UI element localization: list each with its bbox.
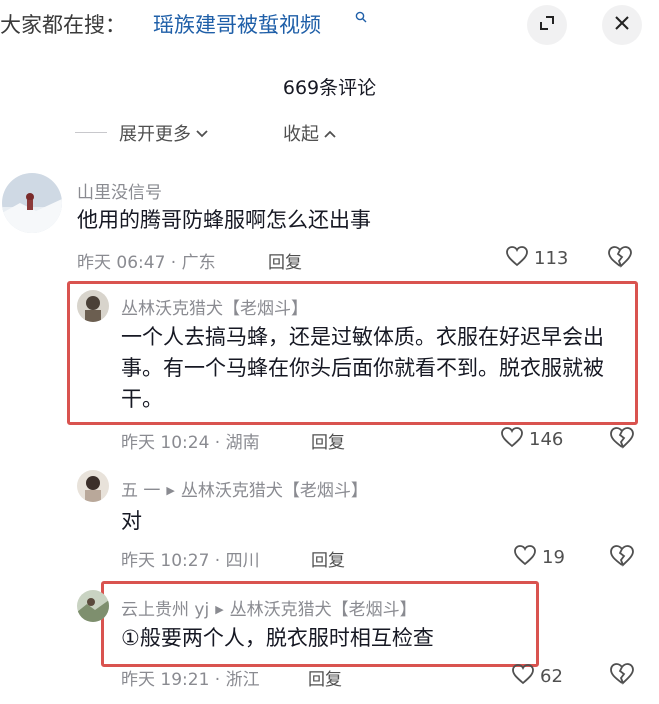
heart-icon — [513, 544, 537, 571]
expand-more-label: 展开更多 — [119, 124, 191, 145]
like-count: 19 — [542, 547, 565, 568]
reply-arrow-icon: ▶ — [215, 603, 224, 616]
reply-username-line: 五 一 ▶ 丛林沃克猎犬【老烟斗】 — [121, 476, 368, 501]
reply-button[interactable]: 回复 — [311, 546, 345, 571]
like-button[interactable]: 62 — [511, 663, 563, 690]
reply-time-location: 昨天 10:24 · 湖南 — [121, 433, 260, 453]
heart-icon — [511, 663, 535, 690]
reply-time-location: 昨天 10:27 · 四川 — [121, 551, 260, 571]
like-button[interactable]: 146 — [500, 426, 563, 453]
dislike-button[interactable] — [609, 544, 635, 572]
broken-heart-icon — [609, 545, 635, 572]
reply-text: 一个人去搞马蜂，还是过敏体质。衣服在好迟早会出事。有一个马蜂在你头后面你就看不到… — [121, 325, 604, 411]
search-prefix: 大家都在搜： — [0, 13, 126, 37]
broken-heart-icon — [609, 427, 635, 454]
collapse-button[interactable]: 收起 — [283, 120, 337, 146]
reply-text: 对 — [121, 509, 142, 533]
search-suggestion-link[interactable]: 瑶族建哥被蜇视频 — [153, 9, 321, 39]
reply-button[interactable]: 回复 — [268, 248, 302, 273]
expand-more-button[interactable]: 展开更多 — [119, 120, 209, 146]
heart-icon — [505, 245, 529, 272]
like-button[interactable]: 113 — [505, 245, 568, 272]
fold-divider — [75, 132, 107, 133]
close-icon — [613, 14, 631, 36]
heart-icon — [500, 426, 524, 453]
like-button[interactable]: 19 — [513, 544, 565, 571]
broken-heart-icon — [609, 663, 635, 690]
expand-icon — [538, 14, 556, 36]
avatar[interactable] — [77, 290, 109, 322]
reply-username[interactable]: 丛林沃克猎犬【老烟斗】 — [121, 294, 308, 319]
like-count: 113 — [534, 248, 569, 269]
comment-time-location: 昨天 06:47 · 广东 — [77, 253, 216, 273]
avatar[interactable] — [2, 173, 62, 233]
expand-button[interactable] — [527, 5, 567, 45]
reply-username-line: 云上贵州 yj ▶ 丛林沃克猎犬【老烟斗】 — [121, 595, 417, 620]
reply-time-location: 昨天 19:21 · 浙江 — [121, 670, 260, 690]
reply-to-username[interactable]: 丛林沃克猎犬【老烟斗】 — [181, 481, 368, 501]
reply-to-username[interactable]: 丛林沃克猎犬【老烟斗】 — [230, 600, 417, 620]
chevron-up-icon — [323, 123, 337, 144]
reply-button[interactable]: 回复 — [311, 428, 345, 453]
chevron-down-icon — [195, 123, 209, 144]
reply-button[interactable]: 回复 — [308, 665, 342, 690]
reply-arrow-icon: ▶ — [166, 484, 175, 497]
close-button[interactable] — [602, 5, 642, 45]
comment-text: 他用的腾哥防蜂服啊怎么还出事 — [77, 208, 371, 232]
collapse-label: 收起 — [283, 124, 319, 145]
reply-text: ①般要两个人，脱衣服时相互检查 — [121, 626, 434, 650]
dislike-button[interactable] — [609, 426, 635, 454]
search-icon[interactable] — [355, 11, 367, 27]
reply-username[interactable]: 云上贵州 yj — [121, 600, 209, 620]
like-count: 62 — [540, 666, 563, 687]
reply-username[interactable]: 五 一 — [121, 481, 160, 501]
comments-count-title: 669条评论 — [282, 77, 377, 99]
avatar[interactable] — [77, 590, 109, 622]
dislike-button[interactable] — [607, 245, 633, 273]
comment-username[interactable]: 山里没信号 — [77, 178, 162, 203]
dislike-button[interactable] — [609, 662, 635, 690]
like-count: 146 — [529, 429, 564, 450]
avatar[interactable] — [77, 470, 109, 502]
broken-heart-icon — [607, 246, 633, 273]
